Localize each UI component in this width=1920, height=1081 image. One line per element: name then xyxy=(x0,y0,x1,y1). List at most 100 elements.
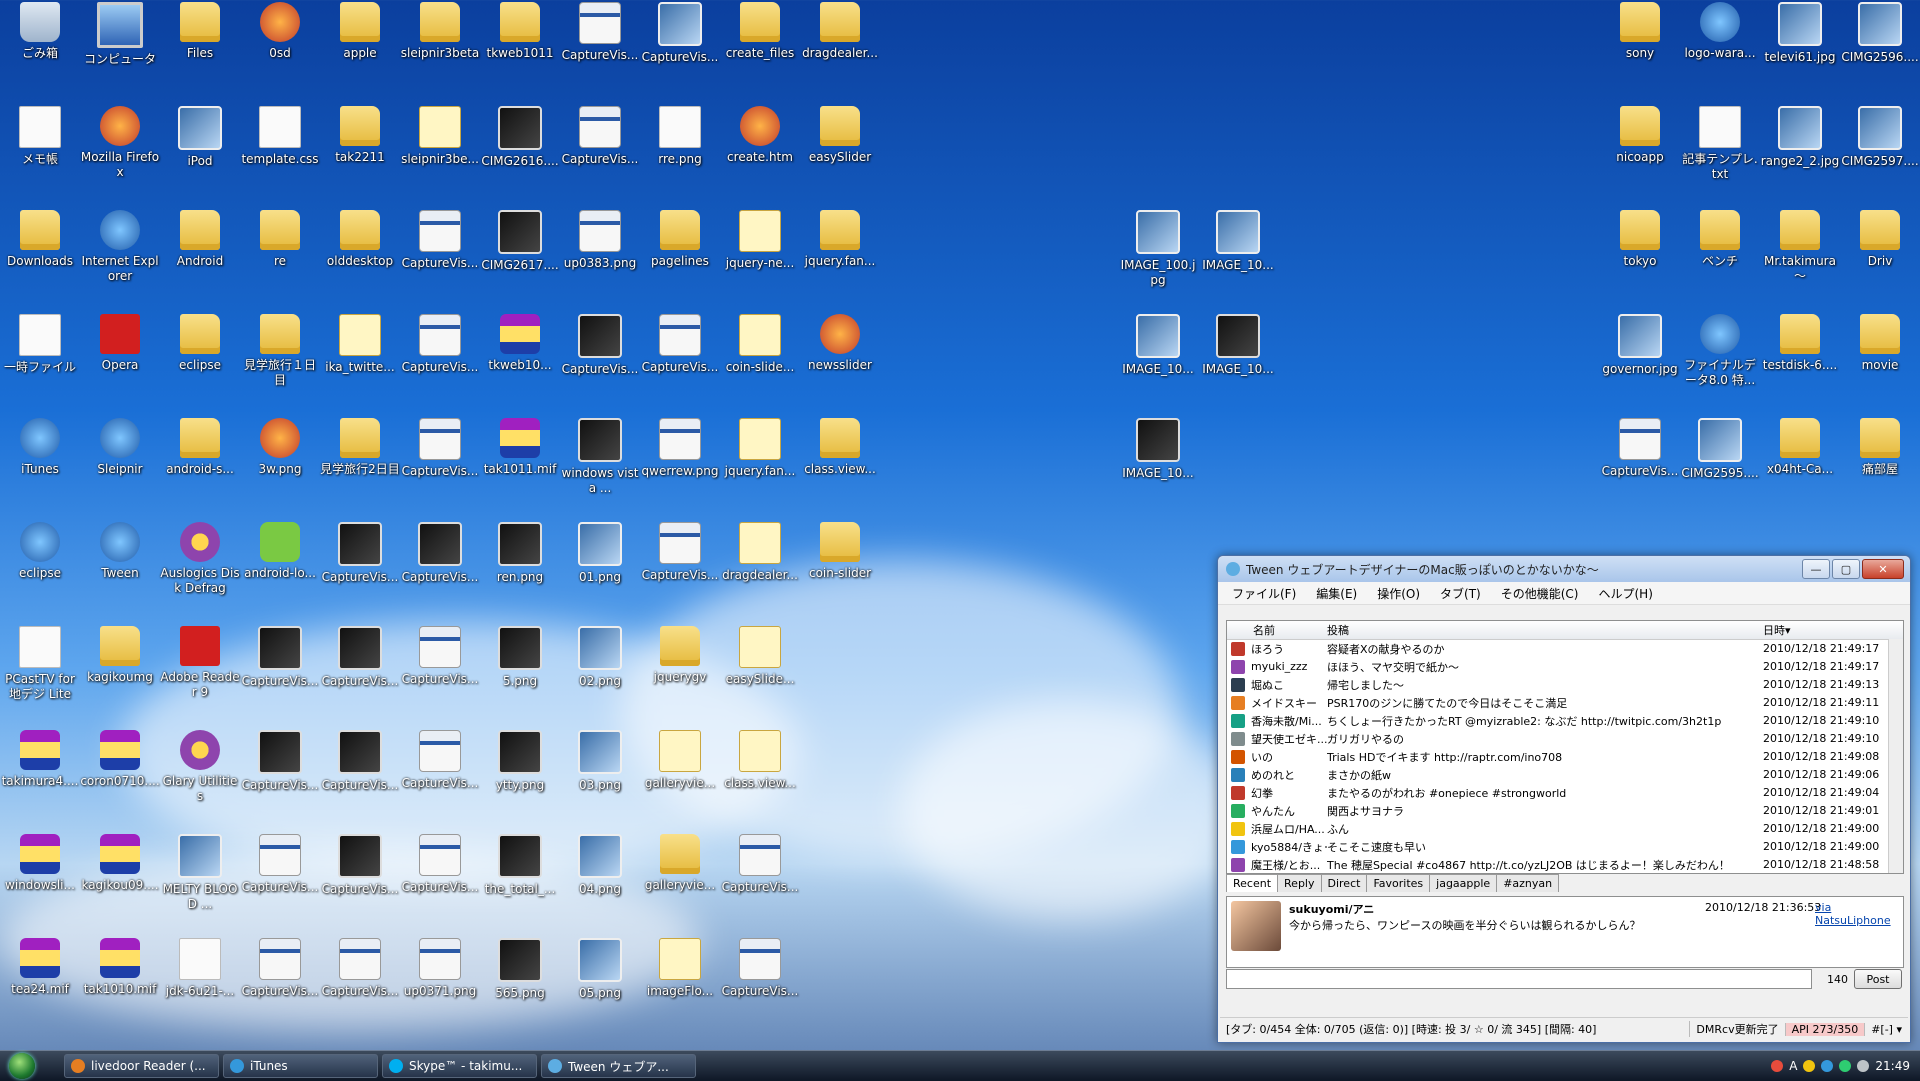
tray-icon[interactable] xyxy=(1771,1060,1784,1072)
desktop-icon[interactable]: CaptureVis... xyxy=(560,0,640,104)
desktop-icon[interactable]: android-s... xyxy=(160,416,240,520)
avatar[interactable] xyxy=(1231,901,1281,951)
timeline-list[interactable]: 名前 投稿 日時▾ ほろう 容疑者Xの献身やるのか 2010/12/18 21:49… xyxy=(1226,620,1904,874)
desktop-icon[interactable]: qwerrew.png xyxy=(640,416,720,520)
desktop-icon[interactable]: televi61.jpg xyxy=(1760,0,1840,104)
close-button[interactable]: ✕ xyxy=(1862,559,1904,579)
desktop-icon[interactable]: pagelines xyxy=(640,208,720,312)
desktop-icon[interactable]: ika_twitte... xyxy=(320,312,400,416)
table-row[interactable]: メイドスキー PSR170のジンに勝てたので今日はそこそこ満足 2010/12/18… xyxy=(1227,694,1903,712)
desktop-icon[interactable]: android-lo... xyxy=(240,520,320,624)
desktop-icon[interactable]: up0383.png xyxy=(560,208,640,312)
desktop-icon[interactable]: eclipse xyxy=(160,312,240,416)
desktop-icon[interactable]: sleipnir3beta xyxy=(400,0,480,104)
desktop-icon[interactable]: 04.png xyxy=(560,832,640,936)
desktop-icon[interactable]: jquerygv xyxy=(640,624,720,728)
desktop-icon[interactable]: eclipse xyxy=(0,520,80,624)
desktop-icon[interactable]: CaptureVis... xyxy=(400,416,480,520)
desktop-icon[interactable]: IMAGE_100.jpg xyxy=(1118,208,1198,312)
desktop-icon[interactable]: x04ht-Ca... xyxy=(1760,416,1840,520)
desktop-icon[interactable]: the_total_... xyxy=(480,832,560,936)
desktop-icon[interactable]: iTunes xyxy=(0,416,80,520)
desktop-icon[interactable]: CaptureVis... xyxy=(400,728,480,832)
desktop-icon[interactable]: coron0710.... xyxy=(80,728,160,832)
desktop-icon[interactable]: IMAGE_10... xyxy=(1118,312,1198,416)
desktop-icon[interactable]: governor.jpg xyxy=(1600,312,1680,416)
desktop-icon[interactable]: CaptureVis... xyxy=(720,832,800,936)
desktop-icon[interactable]: CaptureVis... xyxy=(400,208,480,312)
post-button[interactable]: Post xyxy=(1854,969,1902,989)
desktop-icon[interactable]: Opera xyxy=(80,312,160,416)
taskbar-button[interactable]: livedoor Reader (... xyxy=(64,1054,219,1078)
desktop-icon[interactable]: CaptureVis... xyxy=(400,832,480,936)
desktop-icon[interactable]: takimura4.... xyxy=(0,728,80,832)
desktop-icon[interactable]: class.view... xyxy=(720,728,800,832)
desktop-icon[interactable]: Files xyxy=(160,0,240,104)
desktop-icon[interactable]: newsslider xyxy=(800,312,880,416)
desktop-icon[interactable]: CaptureVis... xyxy=(320,936,400,1040)
desktop-icon[interactable]: CaptureVis... xyxy=(640,0,720,104)
tab-2[interactable]: Direct xyxy=(1320,874,1368,892)
desktop-icon[interactable]: CaptureVis... xyxy=(320,728,400,832)
desktop-icon[interactable]: coin-slider xyxy=(800,520,880,624)
desktop-icon[interactable]: CaptureVis... xyxy=(640,312,720,416)
tab-1[interactable]: Reply xyxy=(1277,874,1322,892)
desktop-icon[interactable]: IMAGE_10... xyxy=(1198,312,1278,416)
avatar[interactable] xyxy=(1231,749,1245,764)
detail-via-link[interactable]: via NatsuLiphone xyxy=(1815,901,1903,927)
desktop-icon[interactable]: 記事テンプレ.txt xyxy=(1680,104,1760,208)
desktop-icon[interactable]: logo-wara... xyxy=(1680,0,1760,104)
desktop-icon[interactable]: MELTY BLOOD ... xyxy=(160,832,240,936)
desktop-icon[interactable]: Driv xyxy=(1840,208,1920,312)
table-row[interactable]: 魔王様/とお... The 穂屋Special #co4867 http://t.… xyxy=(1227,856,1903,873)
desktop-icon[interactable]: 痛部屋 xyxy=(1840,416,1920,520)
desktop-icon[interactable]: range2_2.jpg xyxy=(1760,104,1840,208)
desktop-icon[interactable]: rre.png xyxy=(640,104,720,208)
table-row[interactable]: めのれと まさかの紙w 2010/12/18 21:49:06 xyxy=(1227,766,1903,784)
desktop-icon[interactable]: windows vista ... xyxy=(560,416,640,520)
tab-4[interactable]: jagaapple xyxy=(1429,874,1498,892)
desktop-icon[interactable]: ベンチ xyxy=(1680,208,1760,312)
status-misc[interactable]: #[-] ▾ xyxy=(1864,1022,1908,1036)
desktop-icon[interactable]: windowsli... xyxy=(0,832,80,936)
avatar[interactable] xyxy=(1231,659,1245,674)
desktop-icon[interactable]: re xyxy=(240,208,320,312)
desktop-icon[interactable]: 3w.png xyxy=(240,416,320,520)
desktop-icon[interactable]: CaptureVis... xyxy=(240,936,320,1040)
desktop-icon[interactable]: Mr.takimura～ xyxy=(1760,208,1840,312)
desktop-icon[interactable]: CIMG2617.... xyxy=(480,208,560,312)
desktop-icon[interactable]: dragdealer... xyxy=(800,0,880,104)
desktop-icon[interactable]: IMAGE_10... xyxy=(1198,208,1278,312)
post-input[interactable] xyxy=(1226,969,1812,989)
desktop-icon[interactable]: 01.png xyxy=(560,520,640,624)
desktop-icon[interactable]: easySlide... xyxy=(720,624,800,728)
desktop-icon[interactable]: PCastTV for 地デジ Lite xyxy=(0,624,80,728)
avatar[interactable] xyxy=(1231,731,1245,746)
desktop-icon[interactable]: CaptureVis... xyxy=(400,624,480,728)
volume-icon[interactable] xyxy=(1857,1060,1870,1072)
desktop-icon[interactable]: Internet Explorer xyxy=(80,208,160,312)
avatar[interactable] xyxy=(1231,839,1245,854)
table-row[interactable]: 幻拳 またやるのがわれお #onepiece #strongworld 2010/1… xyxy=(1227,784,1903,802)
taskbar-button[interactable]: iTunes xyxy=(223,1054,378,1078)
desktop-icon[interactable]: tkweb10... xyxy=(480,312,560,416)
avatar[interactable] xyxy=(1231,803,1245,818)
maximize-button[interactable]: ▢ xyxy=(1832,559,1860,579)
ime-icon[interactable]: A xyxy=(1789,1059,1797,1073)
desktop-icon[interactable]: CaptureVis... xyxy=(400,520,480,624)
desktop-icon[interactable]: CIMG2596.... xyxy=(1840,0,1920,104)
desktop-icon[interactable]: 見学旅行2日目 xyxy=(320,416,400,520)
table-row[interactable]: kyo5884/きょー そこそこ速度も早い 2010/12/18 21:49:00 xyxy=(1227,838,1903,856)
tray-icon[interactable] xyxy=(1839,1060,1852,1072)
desktop-icon[interactable]: kagikou09.... xyxy=(80,832,160,936)
desktop-icon[interactable]: CaptureVis... xyxy=(640,520,720,624)
window-title-bar[interactable]: Tween ウェブアートデザイナーのMac販っぽいのとかないかな～ — ▢ ✕ xyxy=(1218,556,1910,582)
desktop-icon[interactable]: tak1010.mif xyxy=(80,936,160,1040)
desktop-icon[interactable]: Tween xyxy=(80,520,160,624)
table-row[interactable]: 浜屋ムロ/HA... ふん 2010/12/18 21:49:00 xyxy=(1227,820,1903,838)
desktop-icon[interactable]: imageFlo... xyxy=(640,936,720,1040)
desktop-icon[interactable]: CIMG2616.... xyxy=(480,104,560,208)
desktop-icon[interactable]: jquery.fan... xyxy=(720,416,800,520)
desktop-icon[interactable]: 見学旅行１日目 xyxy=(240,312,320,416)
desktop-icon[interactable]: Glary Utilities xyxy=(160,728,240,832)
